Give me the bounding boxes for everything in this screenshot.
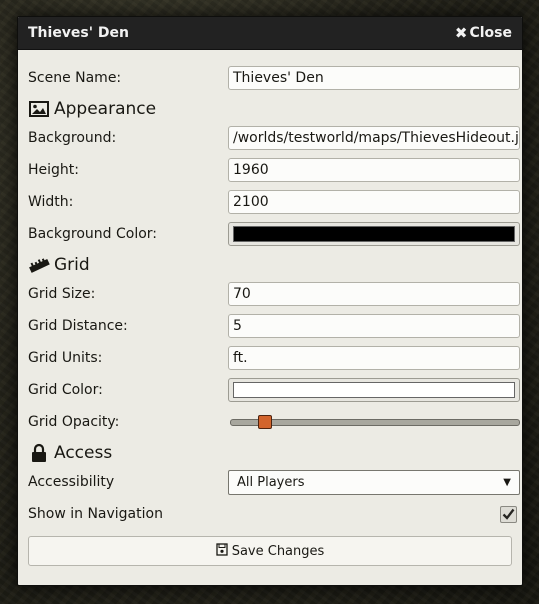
dialog-title: Thieves' Den [28, 25, 130, 41]
dialog-titlebar[interactable]: Thieves' Den ✖ Close [18, 17, 522, 50]
grid-color-row: Grid Color: [28, 374, 520, 406]
scene-name-label: Scene Name: [28, 70, 122, 86]
scene-name-input[interactable]: Thieves' Den [228, 66, 520, 90]
height-row: Height: 1960 [28, 154, 520, 186]
access-heading: Access [54, 443, 113, 463]
grid-color-picker[interactable] [228, 378, 520, 402]
height-label: Height: [28, 162, 79, 178]
lock-icon [28, 443, 50, 463]
height-input[interactable]: 1960 [228, 158, 520, 182]
accessibility-label: Accessibility [28, 474, 115, 490]
slider-thumb[interactable] [257, 415, 272, 429]
background-input[interactable]: /worlds/testworld/maps/ThievesHideout.jp… [228, 126, 520, 150]
grid-size-row: Grid Size: 70 [28, 278, 520, 310]
grid-opacity-slider[interactable] [230, 412, 520, 432]
grid-heading: Grid [54, 255, 90, 275]
access-section-header: Access [28, 440, 512, 466]
close-label: Close [469, 25, 512, 41]
grid-color-swatch [233, 382, 515, 398]
accessibility-row: Accessibility All Players ▼ [28, 466, 520, 498]
grid-opacity-label: Grid Opacity: [28, 414, 120, 430]
save-changes-button[interactable]: Save Changes [28, 536, 512, 566]
width-input[interactable]: 2100 [228, 190, 520, 214]
grid-size-label: Grid Size: [28, 286, 96, 302]
checkmark-icon [502, 505, 515, 524]
appearance-heading: Appearance [54, 99, 157, 119]
accessibility-selected-value: All Players [237, 474, 305, 490]
grid-units-input[interactable]: ft. [228, 346, 520, 370]
width-row: Width: 2100 [28, 186, 520, 218]
background-color-row: Background Color: [28, 218, 520, 250]
close-button[interactable]: ✖ Close [455, 25, 512, 41]
grid-section-header: Grid [28, 252, 512, 278]
width-label: Width: [28, 194, 74, 210]
show-navigation-label: Show in Navigation [28, 506, 163, 522]
grid-distance-label: Grid Distance: [28, 318, 128, 334]
background-row: Background: /worlds/testworld/maps/Thiev… [28, 122, 520, 154]
dialog-content: Scene Name: Thieves' Den Appearance Back… [18, 62, 522, 566]
appearance-section-header: Appearance [28, 96, 512, 122]
slider-track [230, 419, 520, 426]
grid-size-input[interactable]: 70 [228, 282, 520, 306]
scene-name-row: Scene Name: Thieves' Den [28, 62, 520, 94]
show-navigation-row: Show in Navigation [28, 498, 517, 530]
grid-distance-input[interactable]: 5 [228, 314, 520, 338]
close-icon: ✖ [454, 23, 468, 42]
show-navigation-checkbox[interactable] [500, 505, 517, 524]
grid-opacity-row: Grid Opacity: [28, 406, 520, 438]
grid-color-label: Grid Color: [28, 382, 103, 398]
scene-config-dialog: Thieves' Den ✖ Close Scene Name: Thieves… [17, 16, 523, 586]
save-icon [216, 542, 228, 560]
ruler-icon [28, 255, 50, 275]
background-color-label: Background Color: [28, 226, 157, 242]
grid-units-label: Grid Units: [28, 350, 103, 366]
save-changes-label: Save Changes [231, 543, 325, 559]
background-label: Background: [28, 130, 117, 146]
image-icon [28, 99, 50, 119]
grid-distance-row: Grid Distance: 5 [28, 310, 520, 342]
background-color-picker[interactable] [228, 222, 520, 246]
chevron-down-icon: ▼ [503, 476, 511, 488]
background-color-swatch [233, 226, 515, 242]
accessibility-select[interactable]: All Players ▼ [228, 469, 520, 495]
grid-units-row: Grid Units: ft. [28, 342, 520, 374]
